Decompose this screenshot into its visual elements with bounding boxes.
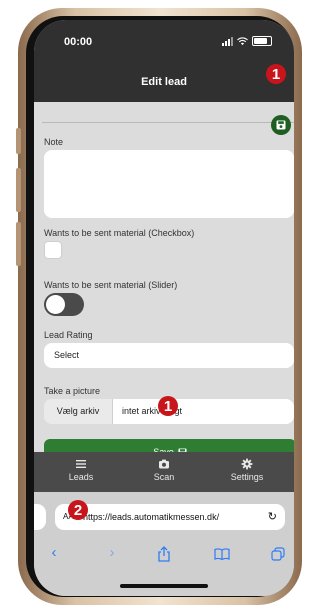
back-icon[interactable]: ‹ <box>42 544 66 561</box>
status-icons <box>222 36 272 46</box>
toggle-knob <box>46 295 65 314</box>
reload-icon[interactable]: ↻ <box>268 504 277 530</box>
wifi-icon <box>237 36 248 45</box>
nav-header: Edit lead <box>34 64 294 102</box>
checkbox-label: Wants to be sent material (Checkbox) <box>44 228 195 238</box>
bookmarks-icon[interactable] <box>210 548 234 560</box>
note-label: Note <box>44 137 64 147</box>
page-title: Edit lead <box>141 76 187 88</box>
material-toggle[interactable] <box>44 293 84 316</box>
tab-settings[interactable]: Settings <box>212 458 282 482</box>
url-text: https://leads.automatikmessen.dk/ <box>83 512 220 522</box>
forward-icon[interactable]: › <box>100 544 124 561</box>
floppy-disk-icon <box>276 120 286 130</box>
volume-down-button <box>16 222 21 266</box>
home-indicator <box>120 584 208 588</box>
status-time: 00:00 <box>64 36 93 48</box>
slider-label: Wants to be sent material (Slider) <box>44 280 178 290</box>
note-textarea[interactable] <box>44 150 294 218</box>
tab-scan[interactable]: Scan <box>129 458 199 482</box>
mute-switch <box>16 128 21 154</box>
annotation-marker-1-top: 1 <box>266 64 286 84</box>
battery-icon <box>252 36 272 46</box>
address-bar[interactable]: AA https://leads.automatikmessen.dk/ ↻ <box>55 504 285 530</box>
browser-toolbar: ‹ › <box>34 544 294 568</box>
picture-label: Take a picture <box>44 386 101 396</box>
choose-file-button[interactable]: Vælg arkiv <box>44 399 113 424</box>
share-icon[interactable] <box>152 546 176 562</box>
camera-icon <box>159 459 169 469</box>
save-fab-button[interactable] <box>271 115 291 135</box>
volume-up-button <box>16 168 21 212</box>
tab-settings-label: Settings <box>230 472 264 482</box>
previous-tab-peek[interactable] <box>34 504 46 530</box>
annotation-marker-2: 2 <box>68 500 88 520</box>
lead-rating-select[interactable]: Select <box>44 343 294 368</box>
signal-icon <box>222 36 233 46</box>
divider <box>42 122 294 123</box>
tab-leads-label: Leads <box>68 472 94 482</box>
gear-icon <box>241 458 253 470</box>
material-checkbox[interactable] <box>44 241 62 259</box>
tab-scan-label: Scan <box>153 472 175 482</box>
annotation-marker-1-bottom: 1 <box>158 396 178 416</box>
status-bar: 00:00 <box>34 20 294 64</box>
tab-leads[interactable]: Leads <box>46 458 116 482</box>
bottom-tab-bar: Leads Scan Settings <box>34 452 294 492</box>
lead-rating-label: Lead Rating <box>44 330 93 340</box>
list-icon <box>76 460 86 468</box>
tabs-icon[interactable] <box>266 547 290 561</box>
